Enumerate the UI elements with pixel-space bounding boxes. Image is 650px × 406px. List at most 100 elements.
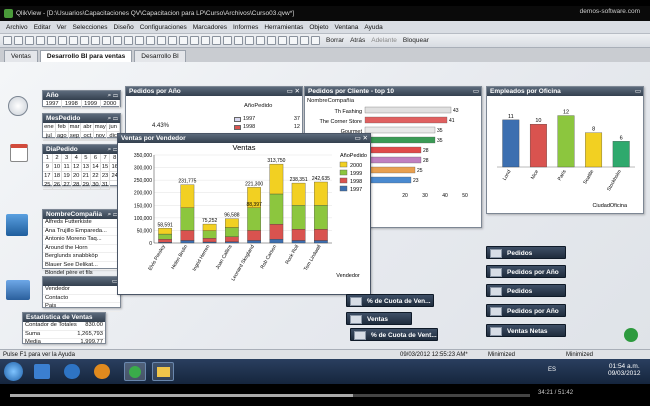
day-item[interactable]: 17: [43, 172, 53, 181]
bookmark-icon[interactable]: [289, 36, 298, 45]
month-item[interactable]: abr: [81, 123, 95, 132]
multibox-row-pais[interactable]: Pais: [43, 303, 120, 312]
paste-icon[interactable]: [91, 36, 100, 45]
empleados-chart[interactable]: Empleados por Oficina ▭ 11 Lond 10 Nice 12 Par…: [486, 86, 644, 214]
clock[interactable]: 01:54 a.m. 09/03/2012: [608, 363, 641, 377]
day-item[interactable]: 9: [43, 163, 53, 172]
print-icon[interactable]: [36, 36, 45, 45]
cut-icon[interactable]: [69, 36, 78, 45]
pedidos-anio-chart[interactable]: Pedidos por Año ▭ ✕ 4.43% AñoPedido 1997 3…: [125, 86, 303, 138]
lock-button[interactable]: Bloquear: [403, 37, 429, 44]
undo-icon[interactable]: [102, 36, 111, 45]
sheet-icon[interactable]: [179, 36, 188, 45]
day-item[interactable]: 15: [100, 163, 111, 172]
day-item[interactable]: 4: [71, 154, 82, 163]
export-icon[interactable]: [58, 36, 67, 45]
pedidos-button[interactable]: Pedidos: [486, 246, 566, 259]
year-item[interactable]: 2000: [100, 100, 120, 109]
day-item[interactable]: 19: [62, 172, 72, 181]
company-item[interactable]: Berglunds snabbköp: [43, 253, 120, 262]
day-item[interactable]: 30: [91, 181, 101, 190]
day-item[interactable]: 20: [71, 172, 82, 181]
menu-ver[interactable]: Ver: [57, 24, 67, 31]
help-icon[interactable]: [311, 36, 320, 45]
menu-herramientas[interactable]: Herramientas: [264, 24, 303, 31]
month-item[interactable]: feb: [55, 123, 69, 132]
clear-button[interactable]: Borrar: [326, 37, 344, 44]
open-folder-icon[interactable]: [14, 36, 23, 45]
multibox-icon[interactable]: [278, 36, 287, 45]
month-item[interactable]: oct: [81, 132, 95, 141]
day-item[interactable]: 2: [52, 154, 63, 163]
tab-ventas[interactable]: Ventas: [4, 50, 38, 62]
day-item[interactable]: 29: [81, 181, 92, 190]
day-item[interactable]: 31: [100, 181, 111, 190]
company-item[interactable]: Antonio Moreno Taq...: [43, 236, 120, 245]
ventas-vendedor-chart[interactable]: Ventas por Vendedor ▭ ✕ Ventas 0 50,000 100,…: [117, 133, 371, 295]
month-item[interactable]: mar: [68, 123, 82, 132]
taskbar-app-icon[interactable]: [34, 364, 50, 379]
media-player-icon[interactable]: [94, 364, 110, 379]
menu-diseno[interactable]: Diseño: [114, 24, 134, 31]
lang-indicator[interactable]: ES: [548, 367, 556, 373]
day-item[interactable]: 7: [100, 154, 111, 163]
listbox-icon[interactable]: [190, 36, 199, 45]
table-viewer-icon[interactable]: [157, 36, 166, 45]
day-item[interactable]: 23: [100, 172, 111, 181]
menu-marcadores[interactable]: Marcadores: [193, 24, 227, 31]
day-item[interactable]: 21: [81, 172, 92, 181]
menu-selecciones[interactable]: Selecciones: [72, 24, 107, 31]
button-object-icon[interactable]: [223, 36, 232, 45]
seek-bar[interactable]: [10, 394, 530, 397]
day-item[interactable]: 13: [81, 163, 92, 172]
day-item[interactable]: 25: [43, 181, 53, 190]
tab-desarrollo-bi-ventas[interactable]: Desarrollo BI para ventas: [39, 50, 133, 62]
forward-button[interactable]: Adelante: [371, 37, 397, 44]
day-item[interactable]: 28: [71, 181, 82, 190]
day-item[interactable]: 5: [81, 154, 92, 163]
company-item[interactable]: Around the Horn: [43, 245, 120, 253]
month-item[interactable]: may: [94, 123, 108, 132]
day-item[interactable]: 1: [43, 154, 53, 163]
menu-informes[interactable]: Informes: [233, 24, 258, 31]
menu-configuraciones[interactable]: Configuraciones: [140, 24, 187, 31]
line-object-icon[interactable]: [245, 36, 254, 45]
day-item[interactable]: 14: [91, 163, 101, 172]
company-item[interactable]: Ana Trujillo Empareda...: [43, 228, 120, 236]
day-item[interactable]: 12: [71, 163, 82, 172]
month-item[interactable]: jun: [107, 123, 120, 132]
company-item[interactable]: Blauer See Delikat...: [43, 262, 120, 270]
cuota-ventas-button[interactable]: % de Cuota de Ven...: [346, 294, 434, 307]
year-item[interactable]: 1999: [81, 100, 101, 109]
multibox-row-vendedor[interactable]: Vendedor: [43, 286, 120, 295]
print-pdf-icon[interactable]: [47, 36, 56, 45]
ie-icon[interactable]: [64, 364, 80, 379]
copy-icon[interactable]: [80, 36, 89, 45]
year-item[interactable]: 1997: [43, 100, 63, 109]
month-item[interactable]: sep: [68, 132, 82, 141]
tab-desarrollo-bi[interactable]: Desarrollo BI: [134, 50, 186, 62]
pedidos-anio-button[interactable]: Pedidos por Año: [486, 265, 566, 278]
day-item[interactable]: 26: [52, 181, 63, 190]
redo-icon[interactable]: [113, 36, 122, 45]
menu-objeto[interactable]: Objeto: [309, 24, 328, 31]
ventas-netas-button[interactable]: Ventas Netas: [486, 324, 566, 337]
ventas-button[interactable]: Ventas: [346, 312, 412, 325]
multibox-row-contacto[interactable]: Contacto: [43, 295, 120, 303]
report-icon[interactable]: [300, 36, 309, 45]
year-item[interactable]: 1998: [62, 100, 82, 109]
find-icon[interactable]: [124, 36, 133, 45]
script-editor-icon[interactable]: [146, 36, 155, 45]
company-item[interactable]: Alfreds Futterkiste: [43, 219, 120, 228]
month-item[interactable]: ago: [55, 132, 69, 141]
cuota-ventas-button-2[interactable]: % de Cuota de Vent...: [350, 328, 438, 341]
day-item[interactable]: 10: [52, 163, 63, 172]
properties-icon[interactable]: [168, 36, 177, 45]
month-item[interactable]: ene: [43, 123, 56, 132]
reload-icon[interactable]: [135, 36, 144, 45]
day-item[interactable]: 18: [52, 172, 63, 181]
save-icon[interactable]: [25, 36, 34, 45]
menu-editar[interactable]: Editar: [34, 24, 51, 31]
pedidos-anio-button-2[interactable]: Pedidos por Año: [486, 304, 566, 317]
menu-ayuda[interactable]: Ayuda: [364, 24, 382, 31]
